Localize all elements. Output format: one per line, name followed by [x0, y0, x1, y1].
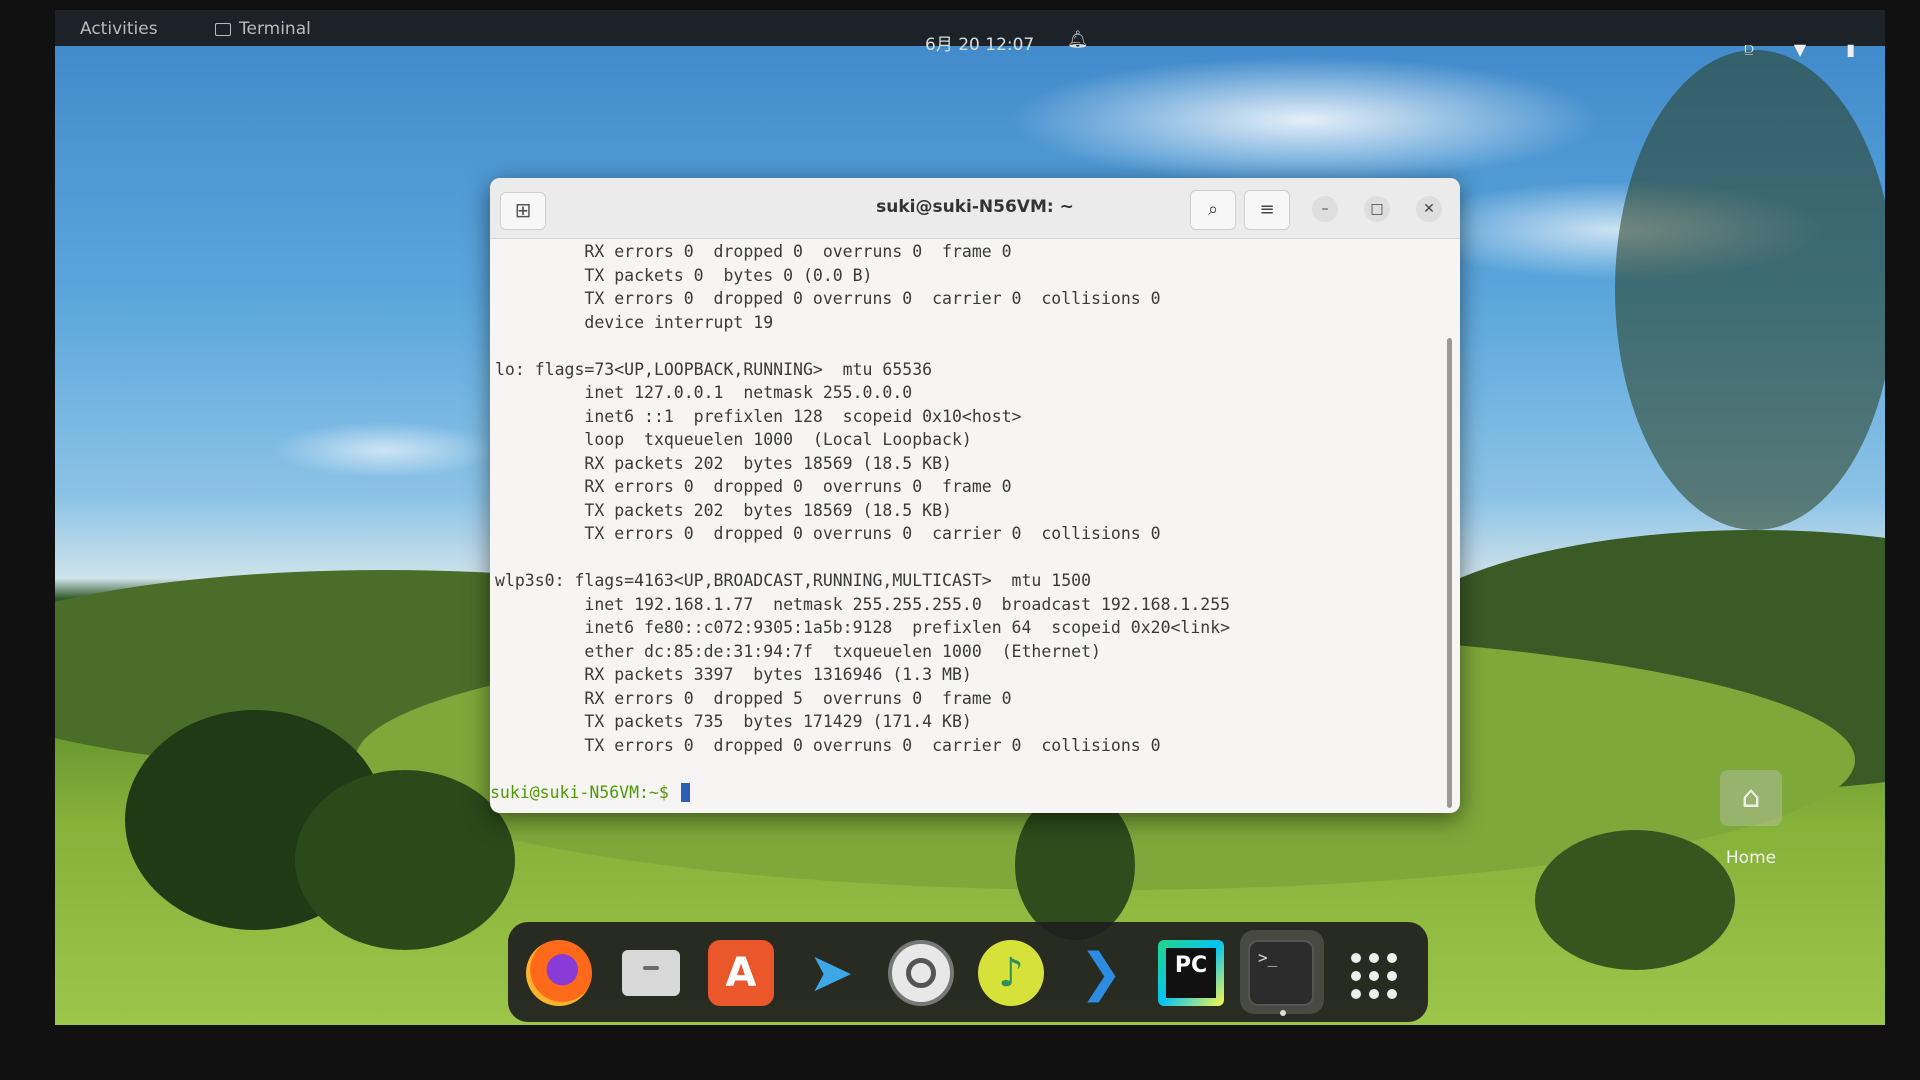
- battery-icon: ▮: [1846, 40, 1855, 59]
- vscode-icon[interactable]: ❯: [1068, 940, 1134, 1006]
- dock: A ➤ ♪ ❯ PC >_: [508, 922, 1428, 1022]
- terminal-line: RX errors 0 dropped 5 overruns 0 frame 0: [495, 688, 1012, 708]
- terminal-line: device interrupt 19: [495, 312, 774, 332]
- terminal-scrollbar[interactable]: [1447, 338, 1452, 808]
- home-label[interactable]: Home: [1705, 848, 1797, 868]
- activities-button[interactable]: Activities: [80, 19, 158, 39]
- top-bar: Activities Terminal 6月 20 12:07 🔔︎ ⫒ ▼ ▮: [55, 10, 1885, 59]
- terminal-line: ether dc:85:de:31:94:7f txqueuelen 1000 …: [495, 641, 1101, 661]
- maximize-button[interactable]: □: [1364, 196, 1390, 222]
- running-indicator: [1280, 1010, 1286, 1016]
- minimize-icon: –: [1321, 201, 1329, 217]
- terminal-badge: >_: [1258, 948, 1278, 967]
- desktop: Activities Terminal 6月 20 12:07 🔔︎ ⫒ ▼ ▮…: [55, 10, 1885, 1025]
- terminal-line: inet 192.168.1.77 netmask 255.255.255.0 …: [495, 594, 1231, 614]
- clock[interactable]: 6月 20 12:07: [925, 30, 1034, 55]
- menu-button[interactable]: ≡: [1244, 190, 1290, 230]
- show-applications-icon[interactable]: [1338, 940, 1404, 1006]
- terminal-line: TX errors 0 dropped 0 overruns 0 carrier…: [495, 735, 1161, 755]
- terminal-line: wlp3s0: flags=4163<UP,BROADCAST,RUNNING,…: [495, 571, 1092, 590]
- close-icon: ✕: [1423, 201, 1435, 217]
- maximize-icon: □: [1370, 201, 1384, 217]
- terminal-line: lo: flags=73<UP,LOOPBACK,RUNNING> mtu 65…: [495, 359, 933, 379]
- home-folder-icon[interactable]: ⌂: [1720, 770, 1782, 826]
- files-icon[interactable]: [618, 940, 684, 1006]
- terminal-line: TX errors 0 dropped 0 overruns 0 carrier…: [495, 289, 1161, 308]
- terminal-line: TX packets 0 bytes 0 (0.0 B): [495, 265, 873, 285]
- wallpaper-tree: [295, 770, 515, 950]
- app-menu[interactable]: Terminal: [215, 19, 311, 39]
- terminal-dock-icon[interactable]: >_: [1248, 940, 1314, 1006]
- search-button[interactable]: ⌕: [1190, 190, 1236, 230]
- title-bar[interactable]: ⊞ suki@suki-N56VM: ~ ⌕ ≡ – □ ✕: [490, 178, 1460, 239]
- app-menu-label: Terminal: [239, 19, 311, 39]
- bell-icon[interactable]: 🔔︎: [1067, 30, 1089, 50]
- firefox-icon[interactable]: [526, 940, 592, 1006]
- minimize-button[interactable]: –: [1312, 196, 1338, 222]
- terminal-line: loop txqueuelen 1000 (Local Loopback): [495, 430, 972, 449]
- shell-prompt: suki@suki-N56VM:~$: [490, 782, 679, 802]
- hamburger-icon: ≡: [1259, 199, 1275, 220]
- pycharm-icon[interactable]: PC: [1158, 940, 1224, 1006]
- wallpaper-tree: [1615, 50, 1885, 530]
- telegram-icon[interactable]: ➤: [798, 940, 864, 1006]
- terminal-line: TX packets 735 bytes 171429 (171.4 KB): [495, 712, 972, 731]
- settings-icon[interactable]: [888, 940, 954, 1006]
- system-tray[interactable]: ⫒ ▼ ▮: [1745, 40, 1855, 60]
- terminal-line: RX packets 3397 bytes 1316946 (1.3 MB): [495, 665, 972, 684]
- software-store-icon[interactable]: A: [708, 940, 774, 1006]
- terminal-lines: RX errors 0 dropped 0 overruns 0 frame 0…: [495, 240, 1450, 781]
- prompt-line[interactable]: suki@suki-N56VM:~$: [490, 781, 1450, 805]
- terminal-line: RX errors 0 dropped 0 overruns 0 frame 0: [495, 477, 1012, 496]
- pycharm-badge: PC: [1166, 948, 1216, 998]
- terminal-line: TX packets 202 bytes 18569 (18.5 KB): [495, 500, 952, 520]
- terminal-icon: [215, 22, 231, 36]
- music-player-icon[interactable]: ♪: [978, 940, 1044, 1006]
- terminal-line: RX packets 202 bytes 18569 (18.5 KB): [495, 453, 952, 473]
- network-icon: ⫒: [1744, 40, 1754, 59]
- terminal-line: inet6 ::1 prefixlen 128 scopeid 0x10<hos…: [495, 406, 1022, 426]
- terminal-output[interactable]: RX errors 0 dropped 0 overruns 0 frame 0…: [490, 238, 1450, 813]
- wifi-icon: ▼: [1793, 40, 1807, 59]
- terminal-line: TX errors 0 dropped 0 overruns 0 carrier…: [495, 524, 1161, 543]
- text-cursor: [680, 783, 690, 802]
- close-button[interactable]: ✕: [1416, 196, 1442, 222]
- search-icon: ⌕: [1207, 199, 1219, 220]
- terminal-window: ⊞ suki@suki-N56VM: ~ ⌕ ≡ – □ ✕ RX errors…: [490, 178, 1460, 813]
- terminal-line: inet6 fe80::c072:9305:1a5b:9128 prefixle…: [495, 618, 1231, 637]
- terminal-line: inet 127.0.0.1 netmask 255.0.0.0: [495, 383, 913, 402]
- terminal-line: RX errors 0 dropped 0 overruns 0 frame 0: [495, 242, 1012, 261]
